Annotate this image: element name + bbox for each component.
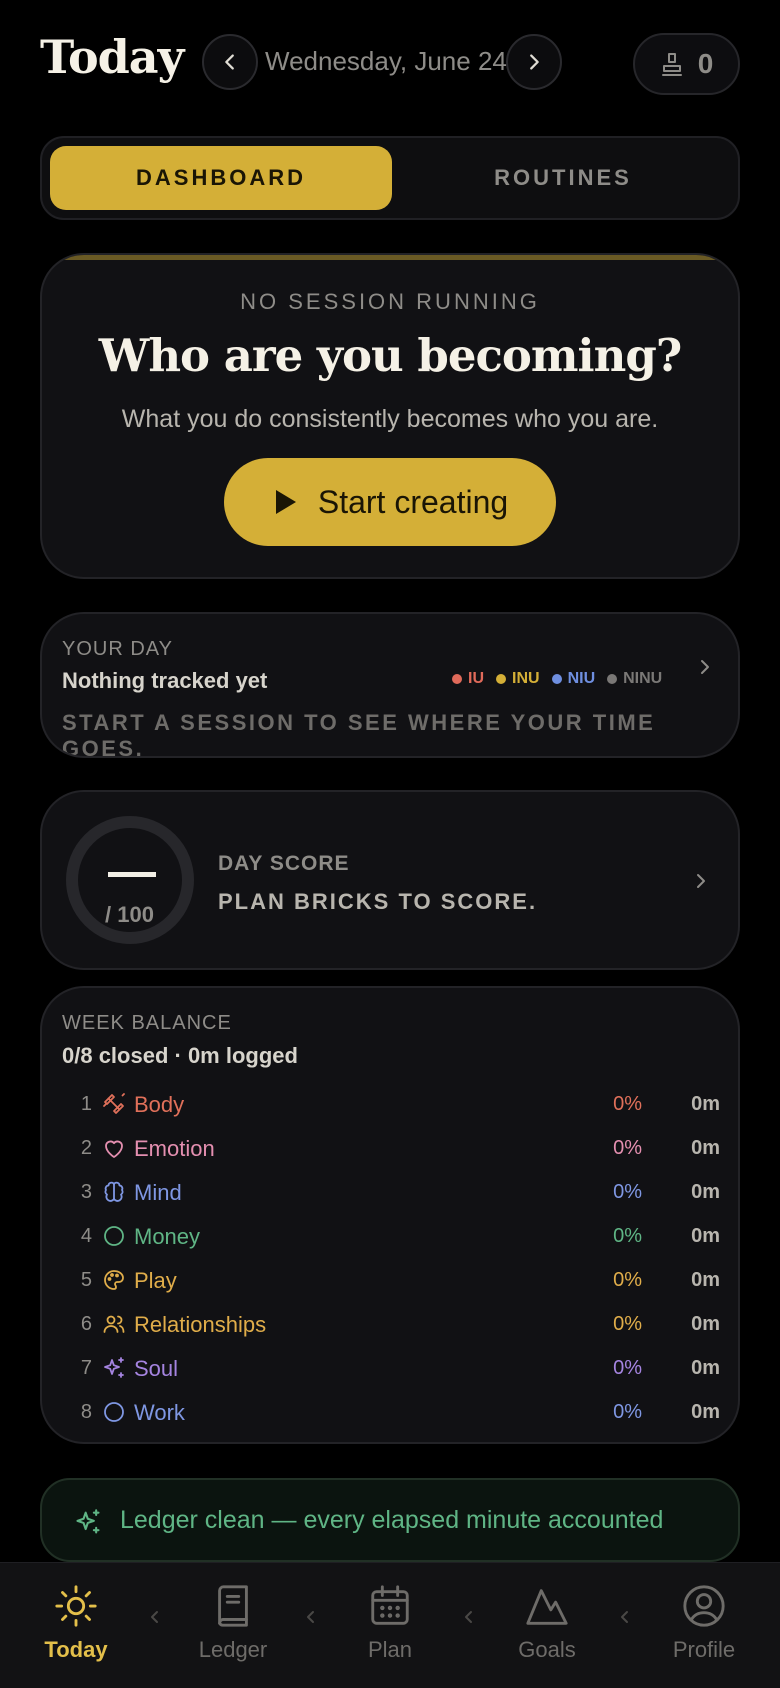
users-icon — [103, 1315, 125, 1333]
legend-item-iu: IU — [452, 670, 484, 688]
dumbbell-icon — [103, 1093, 125, 1114]
list-item[interactable]: 8 Work 0% 0m — [42, 1394, 738, 1434]
tab-ledger[interactable]: Ledger — [178, 1583, 288, 1673]
legend-dot — [607, 674, 618, 684]
list-item[interactable]: 1 Body 0% 0m — [42, 1086, 738, 1126]
calendar-icon — [371, 1585, 409, 1625]
list-item[interactable]: 2 Emotion 0% 0m — [42, 1130, 738, 1170]
week-balance-card: WEEK BALANCE 0/8 closed · 0m logged 1 Bo… — [40, 986, 740, 1444]
chevron-left-icon — [151, 1611, 158, 1623]
category-minutes: 0m — [691, 1357, 720, 1379]
current-date: Wednesday, June 24 — [265, 46, 507, 76]
circle-icon — [104, 1226, 124, 1246]
category-minutes: 0m — [691, 1225, 720, 1247]
day-score-card[interactable]: — / 100 DAY SCORE PLAN BRICKS TO SCORE. — [40, 790, 740, 970]
list-item[interactable]: 7 Soul 0% 0m — [42, 1350, 738, 1390]
your-day-label: YOUR DAY — [62, 638, 173, 660]
tab-routines[interactable]: ROUTINES — [392, 146, 734, 210]
your-day-card[interactable]: YOUR DAY Nothing tracked yet IU INU NIU … — [40, 612, 740, 758]
user-circle-icon — [683, 1585, 725, 1627]
next-day-button[interactable] — [506, 34, 562, 90]
start-creating-label: Start creating — [317, 483, 509, 520]
tab-label: Ledger — [198, 1637, 268, 1662]
list-item[interactable]: 6 Relationships 0% 0m — [42, 1306, 738, 1346]
stamp-counter-button[interactable]: 0 — [633, 33, 740, 95]
category-name: Money — [134, 1224, 201, 1249]
circle-icon — [104, 1402, 124, 1422]
play-icon — [275, 490, 296, 514]
legend-dot — [551, 674, 562, 684]
tab-today[interactable]: Today — [21, 1583, 131, 1673]
tab-label: Profile — [672, 1637, 736, 1662]
legend-item-ninu: NINU — [607, 670, 662, 688]
palette-icon — [104, 1270, 124, 1290]
sparkles-icon — [104, 1357, 124, 1378]
list-item[interactable]: 5 Play 0% 0m — [42, 1262, 738, 1302]
category-minutes: 0m — [691, 1137, 720, 1159]
your-day-status: Nothing tracked yet — [62, 668, 268, 693]
hero-subtitle: What you do consistently becomes who you… — [121, 405, 659, 433]
stamp-icon — [661, 53, 682, 76]
chevron-right-icon — [697, 874, 705, 888]
chevron-left-icon — [225, 54, 234, 70]
category-minutes: 0m — [691, 1093, 720, 1115]
brain-icon — [104, 1181, 124, 1202]
prev-day-button[interactable] — [202, 34, 258, 90]
category-name: Work — [134, 1400, 185, 1425]
tab-profile[interactable]: Profile — [649, 1583, 759, 1673]
day-score-label: DAY SCORE — [218, 852, 350, 875]
day-score-hint: PLAN BRICKS TO SCORE. — [218, 889, 538, 914]
category-name: Relationships — [134, 1312, 267, 1337]
category-name: Body — [134, 1092, 185, 1117]
legend-item-niu: NIU — [551, 670, 595, 688]
sparkles-icon — [76, 1509, 100, 1534]
tab-label: Goals — [518, 1637, 576, 1662]
start-creating-button[interactable]: Start creating — [224, 458, 556, 546]
category-name: Soul — [134, 1356, 179, 1381]
chevron-right-icon — [530, 54, 539, 70]
chevron-right-icon — [701, 660, 709, 674]
session-status: NO SESSION RUNNING — [240, 289, 540, 314]
category-minutes: 0m — [691, 1313, 720, 1335]
tab-dashboard[interactable]: DASHBOARD — [50, 146, 392, 210]
legend-dot — [496, 674, 506, 684]
book-icon — [218, 1585, 248, 1627]
header: Today Wednesday, June 24 0 — [0, 0, 780, 125]
mountain-icon — [526, 1589, 568, 1625]
score-value-dash: — — [108, 872, 156, 877]
legend-item-inu: INU — [496, 670, 540, 688]
heart-icon — [105, 1140, 123, 1158]
legend-dot — [452, 674, 462, 684]
chevron-left-icon — [465, 1611, 472, 1623]
category-name: Emotion — [134, 1136, 215, 1161]
tab-label: Today — [44, 1637, 108, 1662]
time-legend: IU INU NIU NINU — [452, 670, 662, 688]
bottom-tab-bar: Today Ledger Plan Goals Profile — [0, 1562, 780, 1688]
category-name: Mind — [134, 1180, 182, 1205]
counter-value: 0 — [697, 48, 714, 79]
week-balance-label: WEEK BALANCE — [62, 1012, 232, 1034]
sun-icon — [55, 1585, 97, 1627]
category-minutes: 0m — [691, 1269, 720, 1291]
category-name: Play — [134, 1268, 177, 1293]
view-switcher: DASHBOARD ROUTINES — [40, 136, 740, 220]
score-denominator: / 100 — [105, 902, 154, 927]
category-minutes: 0m — [691, 1181, 720, 1203]
tab-plan[interactable]: Plan — [335, 1583, 445, 1673]
hero-title: Who are you becoming? — [98, 329, 682, 382]
chevron-left-icon — [621, 1611, 628, 1623]
chevron-left-icon — [307, 1611, 314, 1623]
session-card: NO SESSION RUNNING Who are you becoming?… — [40, 253, 740, 579]
card-accent-line — [42, 255, 738, 260]
week-balance-summary: 0/8 closed · 0m logged — [62, 1043, 298, 1068]
tab-label: Plan — [367, 1637, 413, 1662]
page-title: Today — [40, 30, 184, 84]
your-day-hint: START A SESSION TO SEE WHERE YOUR TIME G… — [62, 710, 656, 758]
ledger-status-banner: Ledger clean — every elapsed minute acco… — [40, 1478, 740, 1562]
category-minutes: 0m — [691, 1401, 720, 1423]
ledger-status-text: Ledger clean — every elapsed minute acco… — [120, 1506, 664, 1534]
list-item[interactable]: 3 Mind 0% 0m — [42, 1174, 738, 1214]
list-item[interactable]: 4 Money 0% 0m — [42, 1218, 738, 1258]
tab-goals[interactable]: Goals — [492, 1583, 602, 1673]
